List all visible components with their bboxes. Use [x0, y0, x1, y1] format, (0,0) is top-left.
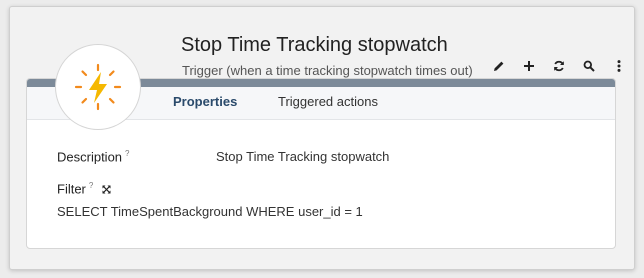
toolbar	[484, 56, 634, 76]
filter-label: Filter?	[57, 181, 111, 196]
description-value: Stop Time Tracking stopwatch	[216, 149, 390, 164]
trigger-avatar	[55, 44, 141, 130]
page-subtitle: Trigger (when a time tracking stopwatch …	[182, 63, 473, 78]
tab-properties[interactable]: Properties	[173, 87, 237, 120]
refresh-button[interactable]	[544, 56, 574, 76]
expand-icon[interactable]	[102, 185, 111, 194]
description-label-text: Description	[57, 149, 123, 165]
page-title: Stop Time Tracking stopwatch	[181, 34, 448, 56]
description-help-icon[interactable]: ?	[125, 149, 129, 158]
refresh-icon	[554, 60, 564, 72]
more-menu-button[interactable]	[604, 56, 634, 76]
filter-help-icon[interactable]: ?	[89, 181, 93, 190]
plus-icon	[524, 61, 534, 71]
filter-label-text: Filter	[57, 181, 86, 197]
more-vertical-icon	[617, 60, 621, 72]
edit-button[interactable]	[484, 56, 514, 76]
filter-value: SELECT TimeSpentBackground WHERE user_id…	[57, 204, 363, 219]
new-button[interactable]	[514, 56, 544, 76]
pencil-icon	[494, 61, 504, 71]
search-button[interactable]	[574, 56, 604, 76]
search-icon	[583, 60, 595, 72]
tab-triggered-actions[interactable]: Triggered actions	[278, 87, 378, 120]
lightning-bolt-icon	[74, 63, 122, 111]
description-label: Description?	[57, 149, 129, 164]
